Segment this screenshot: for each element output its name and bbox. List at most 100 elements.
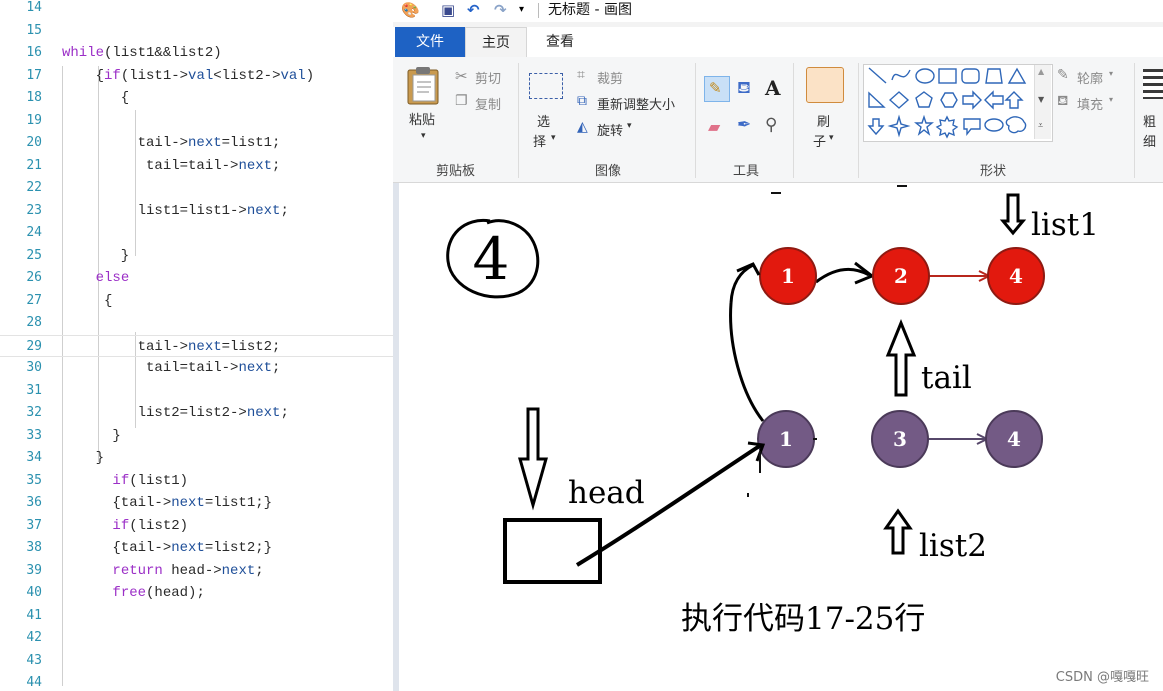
save-icon[interactable]: ▣: [441, 1, 455, 19]
code-line[interactable]: 40 free(head);: [0, 582, 393, 604]
line-number: 21: [26, 157, 42, 173]
customize-toolbar-icon[interactable]: ▾: [519, 1, 524, 19]
shapes-scrollbar[interactable]: ▲ ▼ ⩡: [1034, 65, 1051, 139]
code-line[interactable]: 15: [0, 20, 393, 42]
fill-button[interactable]: ⛾ 填充 ▾: [1057, 93, 1127, 113]
code-line[interactable]: 24: [0, 222, 393, 244]
crop-button[interactable]: ⌗ 裁剪: [577, 67, 647, 87]
code-line[interactable]: 21 tail=tail->next;: [0, 155, 393, 177]
drawing-canvas[interactable]: 4 list1 1 2 4 tail 1 3 4 head list2 执行代码…: [393, 183, 1163, 691]
fill-dropdown-icon: ▾: [1109, 95, 1114, 104]
code-line[interactable]: 44: [0, 672, 393, 691]
line-number: 43: [26, 652, 42, 668]
fill-bucket-icon[interactable]: ⛾: [737, 78, 751, 100]
code-text: }: [62, 427, 121, 444]
code-line[interactable]: 38 {tail->next=list2;}: [0, 537, 393, 559]
outline-button[interactable]: ✎ 轮廓 ▾: [1057, 67, 1127, 87]
brush-button[interactable]: 刷 子 ▾: [801, 65, 851, 151]
code-line[interactable]: 22: [0, 177, 393, 199]
tab-home[interactable]: 主页: [465, 27, 527, 57]
code-text: tail->next=list1;: [62, 135, 281, 151]
rotate-button[interactable]: ◭ 旋转 ▾: [577, 119, 657, 139]
code-text: tail->next=list2;: [62, 338, 281, 355]
line-number: 24: [26, 225, 42, 240]
text-tool-icon[interactable]: A: [765, 76, 781, 100]
resize-label: 重新调整大小: [597, 98, 676, 113]
code-text: if(list2): [112, 517, 189, 534]
code-line[interactable]: 34 }: [0, 447, 393, 469]
redo-icon[interactable]: ↷: [494, 1, 507, 19]
shapes-gallery[interactable]: [863, 64, 1053, 142]
line-number: 26: [26, 270, 42, 285]
line-number: 23: [26, 202, 42, 218]
code-line[interactable]: 32 list2=list2->next;: [0, 402, 393, 424]
pencil-icon: ✎: [709, 79, 722, 97]
select-dropdown-icon: ▾: [551, 133, 556, 143]
scroll-up-icon[interactable]: ▲: [1038, 67, 1044, 76]
code-line[interactable]: 33 }: [0, 425, 393, 447]
paste-button[interactable]: 粘贴 ▾: [405, 65, 445, 147]
line-number: 15: [26, 22, 42, 38]
code-line[interactable]: 27 {: [0, 290, 393, 312]
copy-label: 复制: [475, 98, 502, 113]
clipboard-group-label: 剪贴板: [435, 164, 475, 179]
code-text: }: [62, 247, 130, 264]
code-line[interactable]: 23 list1=list1->next;: [0, 200, 393, 222]
undo-icon[interactable]: ↶: [467, 1, 480, 19]
cut-label: 剪切: [475, 72, 502, 87]
code-line[interactable]: 14: [0, 0, 393, 19]
size-label: 粗: [1143, 115, 1157, 130]
fill-label: 填充: [1077, 98, 1104, 113]
code-line[interactable]: 25 }: [0, 245, 393, 267]
paste-dropdown-icon[interactable]: ▾: [421, 131, 426, 141]
code-text: {tail->next=list2;}: [62, 540, 273, 556]
eraser-icon[interactable]: ▰: [708, 117, 720, 136]
code-line[interactable]: 20 tail->next=list1;: [0, 132, 393, 154]
code-line[interactable]: 43: [0, 650, 393, 672]
line-number: 41: [26, 607, 42, 623]
tab-view[interactable]: 查看: [528, 27, 592, 57]
copy-button[interactable]: ❐ 复制: [455, 93, 515, 113]
code-line[interactable]: 42: [0, 627, 393, 649]
line-number: 28: [26, 315, 42, 330]
code-line[interactable]: 26 else: [0, 267, 393, 289]
select-rect-icon: [529, 73, 563, 99]
code-line[interactable]: 41: [0, 605, 393, 627]
code-line[interactable]: 28: [0, 312, 393, 334]
outline-label: 轮廓: [1077, 72, 1104, 87]
line-number: 19: [26, 112, 42, 128]
tab-file[interactable]: 文件: [395, 27, 465, 57]
scroll-down-icon[interactable]: ▼: [1038, 95, 1044, 104]
code-line[interactable]: 37 if(list2): [0, 515, 393, 537]
line-number: 30: [26, 360, 42, 375]
line-number: 18: [26, 90, 42, 105]
code-line[interactable]: 39 return head->next;: [0, 560, 393, 582]
code-line[interactable]: 35 if(list1): [0, 470, 393, 492]
cut-button[interactable]: ✂ 剪切: [455, 67, 515, 87]
code-line[interactable]: 17 {if(list1->val<list2->val): [0, 65, 393, 87]
window-title: 无标题 - 画图: [548, 2, 632, 18]
pencil-tool[interactable]: ✎: [704, 76, 730, 102]
magnifier-icon[interactable]: ⚲: [765, 115, 777, 135]
paint-app-icon[interactable]: 🎨: [401, 1, 420, 19]
red-node-1-label: 1: [781, 264, 795, 288]
code-line[interactable]: 36 {tail->next=list1;}: [0, 492, 393, 514]
code-editor[interactable]: 14 15 16 while(list1&&list2) 17 {if(list1->v…: [0, 0, 393, 691]
outline-dropdown-icon: ▾: [1109, 69, 1114, 78]
group-separator: [695, 63, 696, 178]
select-label-2: 择: [533, 135, 547, 150]
code-line[interactable]: 30 tail=tail->next;: [0, 357, 393, 379]
resize-button[interactable]: ⧉ 重新调整大小: [577, 93, 697, 113]
code-line[interactable]: 31: [0, 380, 393, 402]
head-node-box: [503, 518, 602, 584]
expand-gallery-icon[interactable]: ⩡: [1038, 121, 1043, 131]
code-line[interactable]: 18 {: [0, 87, 393, 109]
code-line[interactable]: 29 tail->next=list2;: [0, 334, 393, 357]
size-button[interactable]: 粗 细: [1141, 65, 1163, 153]
code-line[interactable]: 19: [0, 110, 393, 132]
code-text: tail=tail->next;: [62, 360, 281, 376]
shapes-group-label: 形状: [979, 164, 1006, 179]
code-line[interactable]: 16 while(list1&&list2): [0, 42, 393, 64]
color-picker-icon[interactable]: ✒: [737, 115, 751, 135]
select-button[interactable]: 选 择 ▾: [527, 69, 567, 150]
